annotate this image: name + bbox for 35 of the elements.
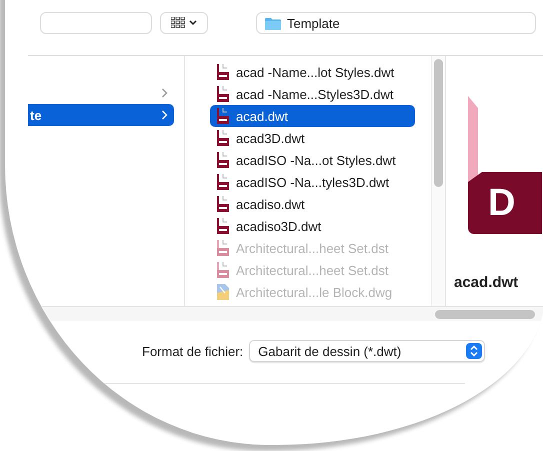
scrollbar-thumb[interactable] [435, 310, 535, 318]
format-popup[interactable]: Gabarit de dessin (*.dwt) [249, 340, 486, 362]
file-item[interactable]: acadISO -Na...ot Styles.dwt [210, 149, 415, 171]
preview-filename: acad.dwt [454, 274, 520, 291]
file-item[interactable]: acad -Name...Styles3D.dwt [210, 83, 415, 105]
template-file-icon [216, 195, 230, 213]
file-item[interactable]: acadiso.dwt [210, 193, 415, 215]
template-file-icon [216, 217, 230, 235]
location-popup[interactable]: Template [256, 12, 536, 34]
folder-icon [265, 16, 281, 30]
file-item[interactable]: acadiso3D.dwt [210, 215, 415, 237]
popup-arrows-icon [466, 343, 482, 359]
template-file-icon [216, 63, 230, 81]
format-label: Format de fichier: [142, 344, 244, 358]
location-label: Template [287, 16, 340, 30]
sidebar-item[interactable]: te [28, 104, 174, 126]
template-file-icon [216, 129, 230, 147]
file-item[interactable]: acadISO -Na...tyles3D.dwt [210, 171, 415, 193]
toolbar-button[interactable] [40, 12, 152, 34]
template-file-icon [216, 261, 230, 279]
template-file-icon [216, 151, 230, 169]
file-item[interactable]: acad3D.dwt [210, 127, 415, 149]
chevron-right-icon [161, 110, 168, 120]
chevron-down-icon [189, 20, 197, 26]
drawing-file-icon [216, 283, 230, 301]
grid-view-icon [171, 17, 185, 29]
scrollbar-thumb[interactable] [434, 59, 443, 187]
file-item[interactable]: acad.dwt [210, 105, 415, 127]
chevron-right-icon [161, 88, 168, 98]
template-file-icon [216, 239, 230, 257]
view-options-button[interactable] [160, 12, 208, 34]
template-file-icon [216, 85, 230, 103]
template-file-icon [216, 107, 230, 125]
template-file-icon [216, 173, 230, 191]
file-item[interactable]: acad -Name...lot Styles.dwt [210, 61, 415, 83]
